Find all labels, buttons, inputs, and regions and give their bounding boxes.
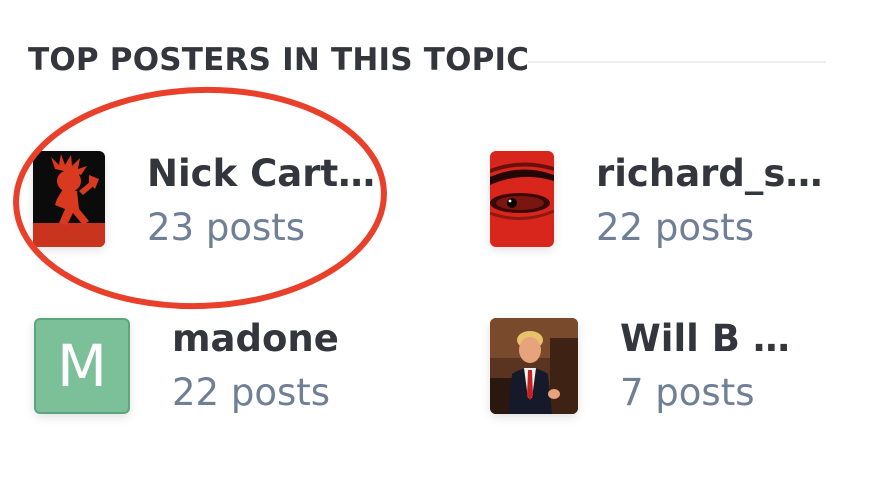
photo-avatar <box>490 318 578 414</box>
red-eye-icon <box>490 151 554 247</box>
hatchetman-icon <box>33 151 105 247</box>
post-count: 7 posts <box>620 371 755 414</box>
top-posters-widget: TOP POSTERS IN THIS TOPIC Nick Cart... 2… <box>0 0 874 484</box>
avatar-letter: M <box>56 332 108 400</box>
section-title: TOP POSTERS IN THIS TOPIC <box>28 42 530 78</box>
post-count: 22 posts <box>596 206 755 249</box>
avatar[interactable] <box>490 151 554 247</box>
poster-name[interactable]: Will B G... <box>620 317 820 361</box>
poster-item[interactable]: richard_s... 22 posts <box>450 140 850 250</box>
avatar[interactable] <box>490 318 578 414</box>
poster-name[interactable]: Nick Cart... <box>147 152 377 196</box>
post-count: 23 posts <box>147 206 306 249</box>
poster-item[interactable]: Will B G... 7 posts <box>450 305 850 415</box>
poster-name[interactable]: madone <box>172 317 339 361</box>
top-posters-header: TOP POSTERS IN THIS TOPIC <box>28 38 828 88</box>
poster-item[interactable]: Nick Cart... 23 posts <box>0 140 420 250</box>
header-divider <box>528 61 826 63</box>
avatar[interactable] <box>33 151 105 247</box>
poster-item[interactable]: M madone 22 posts <box>0 305 420 415</box>
poster-name[interactable]: richard_s... <box>596 152 826 196</box>
post-count: 22 posts <box>172 371 331 414</box>
avatar[interactable]: M <box>34 318 130 414</box>
